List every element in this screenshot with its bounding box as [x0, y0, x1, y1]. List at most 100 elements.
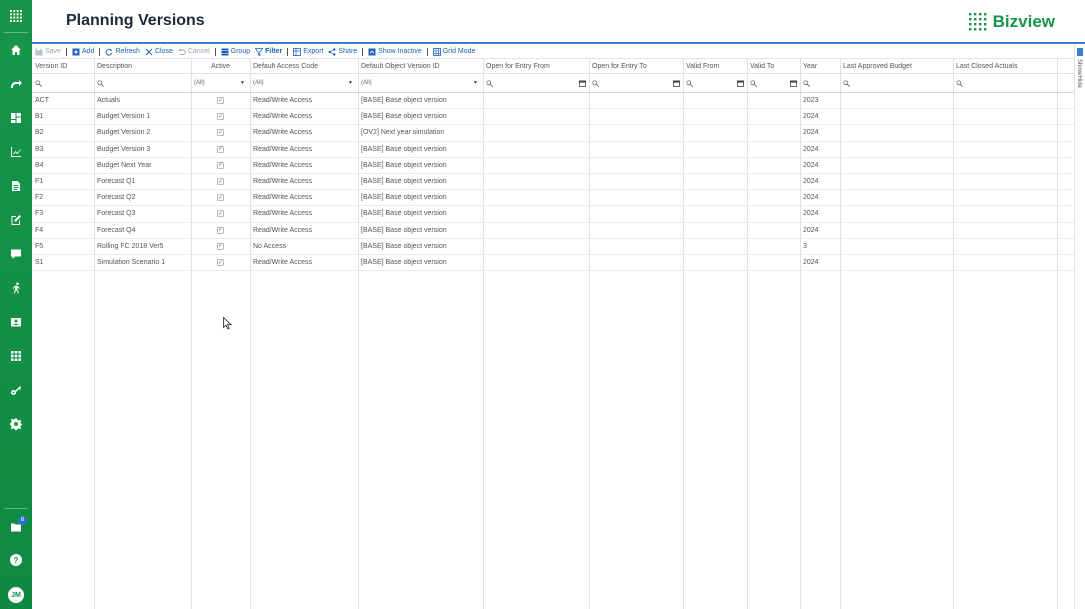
filter-button[interactable]: Filter [255, 47, 282, 56]
calendar-icon[interactable] [579, 79, 586, 87]
cell-access-code: Read/Write Access [253, 145, 313, 153]
save-button[interactable]: Save [35, 48, 61, 56]
col-header-last-closed-actuals[interactable]: Last Closed Actuals [953, 59, 1057, 73]
col-header-last-approved-budget[interactable]: Last Approved Budget [840, 59, 953, 73]
filter-description[interactable] [94, 74, 191, 92]
run-process-icon[interactable] [0, 276, 32, 300]
key-icon[interactable] [0, 378, 32, 402]
home-icon[interactable] [0, 38, 32, 62]
group-button[interactable]: Group [221, 48, 250, 56]
table-row[interactable]: B2 Budget Version 2 ✓ Read/Write Access … [32, 125, 1074, 142]
active-checkbox[interactable]: ✓ [217, 178, 224, 186]
filter-open-from[interactable] [483, 74, 589, 92]
active-checkbox[interactable]: ✓ [217, 259, 224, 267]
filter-object-value: (All) [361, 80, 372, 86]
col-header-valid-from[interactable]: Valid From [683, 59, 747, 73]
calendar-icon[interactable] [737, 79, 744, 87]
filter-version-id[interactable] [32, 74, 94, 92]
table-row[interactable]: F2 Forecast Q2 ✓ Read/Write Access [BASE… [32, 190, 1074, 207]
add-button[interactable]: Add [72, 48, 94, 56]
col-header-default-object-version-id[interactable]: Default Object Version ID [358, 59, 483, 73]
filter-last-closed-actuals[interactable] [953, 74, 1057, 92]
table-row[interactable]: B4 Budget Next Year ✓ Read/Write Access … [32, 158, 1074, 174]
filter-last-approved-budget[interactable] [840, 74, 953, 92]
user-avatar[interactable]: JM [0, 583, 32, 607]
edit-form-icon[interactable] [0, 208, 32, 232]
modules-grid-icon[interactable] [0, 344, 32, 368]
table-row[interactable]: F1 Forecast Q1 ✓ Read/Write Access [BASE… [32, 174, 1074, 191]
table-row[interactable]: F3 Forecast Q3 ✓ Read/Write Access [BASE… [32, 206, 1074, 223]
cell-active[interactable]: ✓ [191, 93, 250, 108]
cell-active[interactable]: ✓ [191, 142, 250, 157]
table-row[interactable]: F5 Rolling FC 2018 Ver5 ✓ No Access [BAS… [32, 239, 1074, 255]
show-hide-label[interactable]: Show/Hide [1076, 59, 1082, 88]
col-header-active[interactable]: Active [191, 59, 250, 73]
cell-active[interactable]: ✓ [191, 109, 250, 124]
calendar-icon[interactable] [673, 79, 680, 87]
cell-active[interactable]: ✓ [191, 125, 250, 140]
table-row[interactable]: B3 Budget Version 3 ✓ Read/Write Access … [32, 142, 1074, 158]
active-checkbox[interactable]: ✓ [217, 129, 224, 137]
flow-icon[interactable] [0, 72, 32, 96]
sidebar-divider-bottom [4, 508, 28, 509]
cell-active[interactable]: ✓ [191, 239, 250, 254]
filter-year[interactable] [800, 74, 840, 92]
export-button[interactable]: Export [293, 47, 323, 56]
filter-valid-to[interactable] [747, 74, 800, 92]
document-icon[interactable] [0, 174, 32, 198]
settings-gear-icon[interactable] [0, 412, 32, 436]
contacts-icon[interactable] [0, 310, 32, 334]
active-checkbox[interactable]: ✓ [217, 161, 224, 169]
active-checkbox[interactable]: ✓ [217, 226, 224, 234]
analytics-icon[interactable] [0, 140, 32, 164]
undo-icon [178, 48, 186, 55]
active-checkbox[interactable]: ✓ [217, 145, 224, 153]
cell-active[interactable]: ✓ [191, 158, 250, 173]
cell-active[interactable]: ✓ [191, 174, 250, 189]
col-header-version-id[interactable]: Version ID [32, 59, 94, 73]
help-icon[interactable]: ? [0, 548, 32, 572]
cancel-button[interactable]: Cancel [178, 48, 210, 56]
panel-toggle-icon[interactable] [1077, 48, 1083, 56]
cell-active[interactable]: ✓ [191, 206, 250, 221]
filter-active-select[interactable]: (All) ▼ [191, 74, 250, 92]
col-header-open-for-entry-from[interactable]: Open for Entry From [483, 59, 589, 73]
col-header-description[interactable]: Description [94, 59, 191, 73]
grid-mode-button[interactable]: Grid Mode [432, 47, 475, 56]
filter-valid-from[interactable] [683, 74, 747, 92]
table-row[interactable]: F4 Forecast Q4 ✓ Read/Write Access [BASE… [32, 223, 1074, 239]
col-header-year[interactable]: Year [800, 59, 840, 73]
active-checkbox[interactable]: ✓ [217, 113, 224, 121]
dashboard-icon[interactable] [0, 106, 32, 130]
search-icon [686, 79, 693, 87]
filter-open-to[interactable] [589, 74, 683, 92]
col-header-default-access-code[interactable]: Default Access Code [250, 59, 358, 73]
refresh-button[interactable]: Refresh [105, 48, 140, 56]
cell-version-id: F2 [35, 194, 44, 202]
notifications-folder-icon[interactable]: 6 [0, 515, 32, 539]
cell-active[interactable]: ✓ [191, 223, 250, 238]
apps-grid-icon[interactable] [0, 4, 32, 28]
table-row[interactable]: ACT Actuals ✓ Read/Write Access [BASE] B… [32, 93, 1074, 110]
active-checkbox[interactable]: ✓ [217, 210, 224, 218]
show-inactive-button[interactable]: Show Inactive [368, 48, 422, 56]
col-header-valid-to[interactable]: Valid To [747, 59, 800, 73]
filter-object-select[interactable]: (All) ▼ [358, 74, 483, 92]
cell-active[interactable]: ✓ [191, 255, 250, 270]
table-row[interactable]: S1 Simulation Scenario 1 ✓ Read/Write Ac… [32, 255, 1074, 272]
cell-active[interactable]: ✓ [191, 190, 250, 205]
active-checkbox[interactable]: ✓ [217, 97, 224, 105]
chat-icon[interactable] [0, 242, 32, 266]
filter-access-select[interactable]: (All) ▼ [250, 74, 358, 92]
active-checkbox[interactable]: ✓ [217, 242, 224, 250]
active-checkbox[interactable]: ✓ [217, 194, 224, 202]
share-button[interactable]: Share [328, 47, 357, 56]
filter-icon [255, 47, 264, 56]
cell-year: 2024 [803, 178, 819, 186]
close-button[interactable]: Close [145, 48, 173, 56]
table-row[interactable]: B1 Budget Version 1 ✓ Read/Write Access … [32, 109, 1074, 126]
calendar-icon[interactable] [790, 79, 797, 87]
show-hide-panel[interactable]: Show/Hide [1074, 45, 1085, 609]
sidebar-divider [4, 32, 28, 33]
col-header-open-for-entry-to[interactable]: Open for Entry To [589, 59, 683, 73]
